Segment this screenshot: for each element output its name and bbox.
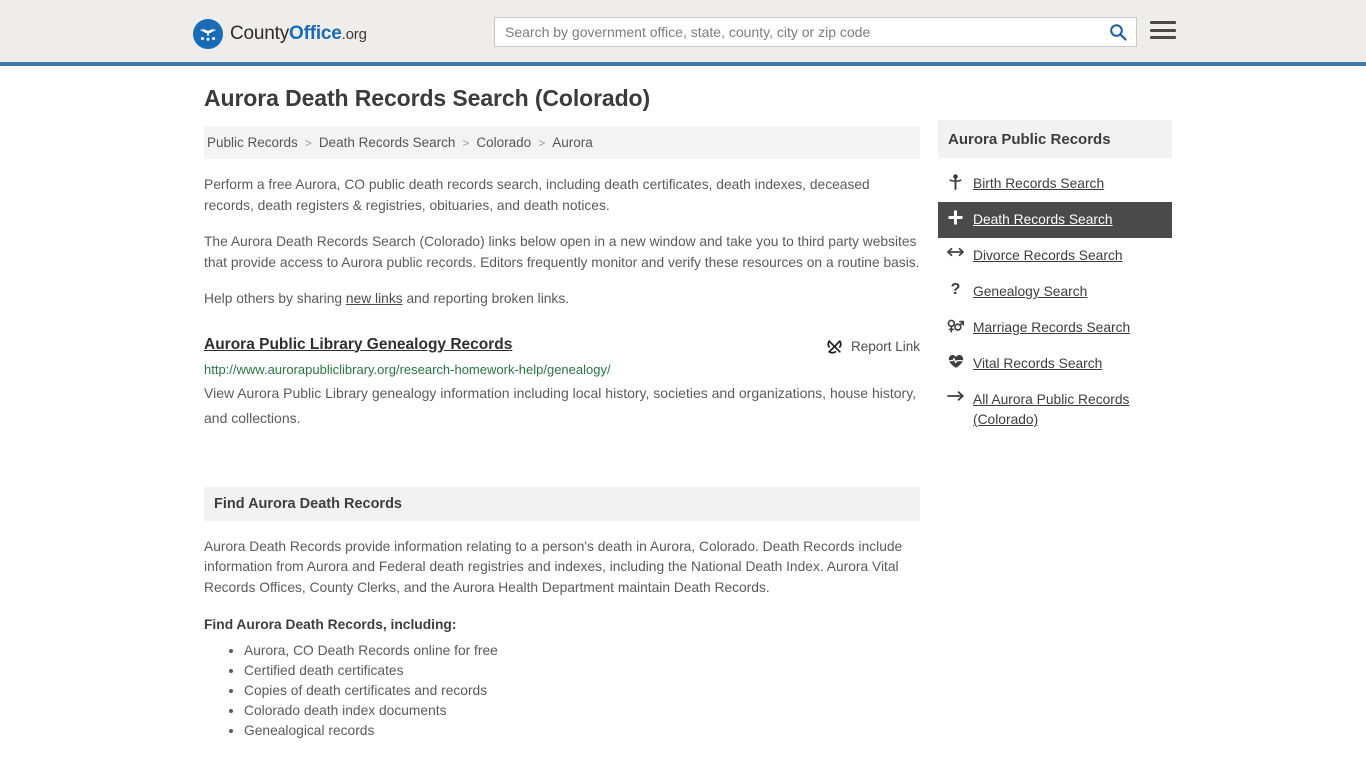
list-item: Certified death certificates	[244, 661, 920, 681]
sidebar-item-label: Marriage Records Search	[973, 320, 1131, 335]
intro-paragraph-2: The Aurora Death Records Search (Colorad…	[204, 234, 920, 270]
breadcrumb-item-colorado[interactable]: Colorado	[476, 135, 531, 150]
question-mark-icon: ?	[950, 281, 961, 298]
hamburger-bar	[1150, 36, 1176, 39]
result-url[interactable]: http://www.aurorapubliclibrary.org/resea…	[204, 362, 920, 377]
search-bar[interactable]	[494, 17, 1137, 47]
result-description: View Aurora Public Library genealogy inf…	[204, 384, 917, 426]
breadcrumb-item-public-records[interactable]: Public Records	[207, 135, 298, 150]
new-links-link[interactable]: new links	[346, 291, 403, 306]
logo-text-org: .org	[341, 26, 367, 43]
logo-text-county: County	[230, 23, 290, 44]
intro-paragraph-3: Help others by sharing new links and rep…	[204, 289, 920, 310]
sidebar-item-genealogy-search[interactable]: ? Genealogy Search	[938, 274, 1172, 310]
hamburger-menu-icon[interactable]	[1150, 19, 1176, 41]
section-heading: Find Aurora Death Records	[204, 486, 920, 521]
breadcrumb-separator: >	[538, 135, 546, 150]
share-text-before: Help others by sharing	[204, 291, 346, 306]
site-header: CountyOffice.org	[0, 0, 1366, 66]
page-title: Aurora Death Records Search (Colorado)	[204, 85, 651, 111]
left-right-arrow-icon	[947, 246, 964, 258]
sidebar-item-birth-records-search[interactable]: Birth Records Search	[938, 166, 1172, 202]
list-item: Aurora, CO Death Records online for free	[244, 641, 920, 661]
search-icon	[1110, 24, 1127, 41]
eagle-seal-icon	[193, 19, 223, 49]
records-bullet-list: Aurora, CO Death Records online for free…	[204, 641, 920, 741]
report-link-label: Report Link	[850, 338, 920, 354]
sidebar: Aurora Public Records Birth Records Sear…	[938, 120, 1172, 438]
search-button[interactable]	[1100, 18, 1136, 46]
cross-plus-icon	[947, 210, 964, 225]
sidebar-item-label: Divorce Records Search	[973, 248, 1123, 263]
sidebar-item-divorce-records-search[interactable]: Divorce Records Search	[938, 238, 1172, 274]
sidebar-item-marriage-records-search[interactable]: Marriage Records Search	[938, 310, 1172, 346]
breadcrumb: Public Records > Death Records Search > …	[204, 126, 920, 159]
result-header-row: Aurora Public Library Genealogy Records …	[204, 336, 920, 355]
hamburger-bar	[1150, 21, 1176, 24]
breadcrumb-separator: >	[462, 135, 470, 150]
find-records-section: Find Aurora Death Records Aurora Death R…	[204, 486, 920, 742]
heart-pulse-icon	[947, 354, 964, 369]
site-logo[interactable]: CountyOffice.org	[193, 19, 367, 49]
list-item: Genealogical records	[244, 721, 920, 741]
sidebar-item-label: Death Records Search	[973, 212, 1113, 227]
sidebar-item-death-records-search[interactable]: Death Records Search	[938, 202, 1172, 238]
sidebar-item-vital-records-search[interactable]: Vital Records Search	[938, 346, 1172, 382]
section-paragraph: Aurora Death Records provide information…	[204, 538, 903, 595]
broken-link-icon	[827, 339, 842, 354]
breadcrumb-item-death-records-search[interactable]: Death Records Search	[319, 135, 456, 150]
main-content: Aurora Death Records Search (Colorado) P…	[204, 85, 920, 741]
breadcrumb-item-aurora[interactable]: Aurora	[552, 135, 593, 150]
sidebar-item-label: Vital Records Search	[973, 356, 1103, 371]
share-text-after: and reporting broken links.	[402, 291, 570, 306]
sidebar-item-label: Genealogy Search	[973, 284, 1088, 299]
list-item: Copies of death certificates and records	[244, 681, 920, 701]
intro-paragraph-1: Perform a free Aurora, CO public death r…	[204, 177, 870, 213]
venus-mars-icon	[947, 318, 964, 333]
hamburger-bar	[1150, 28, 1176, 32]
list-item: Colorado death index documents	[244, 701, 920, 721]
logo-text-office: Office	[289, 23, 342, 44]
sidebar-item-all-aurora-public-records[interactable]: All Aurora Public Records (Colorado)	[938, 382, 1172, 438]
section-body: Aurora Death Records provide information…	[204, 537, 920, 742]
result-entry: Aurora Public Library Genealogy Records …	[204, 336, 920, 431]
baby-icon	[947, 174, 964, 190]
logo-wordmark: CountyOffice.org	[230, 23, 367, 45]
sidebar-list: Birth Records Search Death Records Searc…	[938, 166, 1172, 438]
sidebar-heading: Aurora Public Records	[938, 120, 1172, 158]
result-title-link[interactable]: Aurora Public Library Genealogy Records	[204, 336, 512, 354]
search-input[interactable]	[495, 18, 1100, 46]
sidebar-item-label: Birth Records Search	[973, 176, 1105, 191]
section-subheading: Find Aurora Death Records, including:	[204, 617, 457, 632]
sidebar-item-label: All Aurora Public Records (Colorado)	[973, 392, 1130, 427]
report-link-button[interactable]: Report Link	[826, 336, 920, 355]
breadcrumb-separator: >	[304, 135, 312, 150]
arrow-right-icon	[947, 390, 964, 402]
